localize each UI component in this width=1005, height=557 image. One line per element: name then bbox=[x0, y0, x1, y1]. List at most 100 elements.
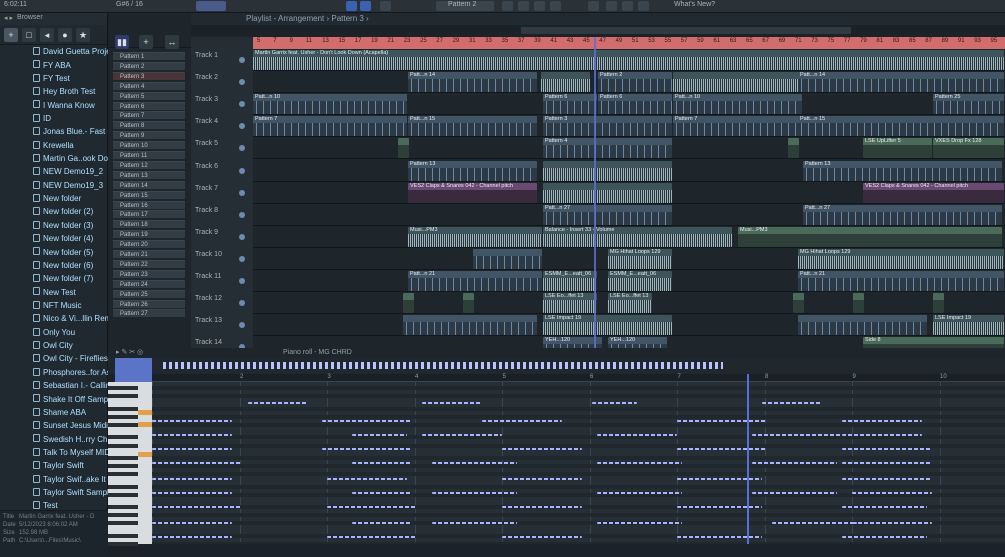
pianoroll-playhead[interactable] bbox=[747, 374, 749, 544]
pattern-item[interactable]: Pattern 10 bbox=[113, 141, 185, 150]
metronome-icon[interactable] bbox=[380, 1, 391, 11]
midi-note[interactable] bbox=[327, 478, 407, 480]
playlist-lane[interactable]: MG Hihat Loops 129 MG Hihat Loops 129 bbox=[253, 248, 1005, 270]
pattern-item[interactable]: Pattern 13 bbox=[113, 170, 185, 179]
pattern-item[interactable]: Pattern 4 bbox=[113, 81, 185, 90]
midi-note[interactable] bbox=[597, 492, 682, 494]
midi-note[interactable] bbox=[842, 462, 932, 464]
midi-note[interactable] bbox=[422, 402, 482, 404]
playlist-lane[interactable]: Patt...n 21 ESMM_E...eatt_06 ESMM_E...eatt… bbox=[253, 270, 1005, 293]
midi-note[interactable] bbox=[752, 492, 837, 494]
browser-folder-item[interactable]: New folder (2) bbox=[0, 205, 108, 218]
playlist-clip[interactable]: Pattern 25 bbox=[933, 94, 1004, 115]
black-key[interactable] bbox=[108, 414, 138, 419]
playlist-clip[interactable]: Patt...n 21 bbox=[798, 271, 1004, 292]
track-mute-icon[interactable] bbox=[239, 255, 245, 262]
browser-folder-item[interactable]: NFT Music bbox=[0, 299, 108, 312]
playlist-clip[interactable]: Side 8 bbox=[863, 337, 1004, 348]
highlighted-key[interactable] bbox=[138, 422, 152, 427]
midi-note[interactable] bbox=[152, 492, 232, 494]
playlist-playhead[interactable] bbox=[594, 37, 596, 348]
midi-note[interactable] bbox=[432, 522, 517, 524]
track-label[interactable]: Track 2 bbox=[195, 74, 218, 81]
browser-add-icon[interactable]: + bbox=[4, 28, 18, 42]
playlist-clip[interactable]: Pattern 2 bbox=[598, 72, 672, 93]
playlist-ruler[interactable]: 5 7 9 11 13 15 17 19 21 23 25 27 29 31 33 35 37 39 41 43 45 4… bbox=[253, 37, 1005, 49]
midi-note[interactable] bbox=[677, 478, 762, 480]
snap-tool-icon[interactable]: + bbox=[139, 35, 153, 49]
track-mute-icon[interactable] bbox=[239, 145, 245, 152]
pattern-item[interactable]: Pattern 2 bbox=[113, 61, 185, 70]
browser-folder-item[interactable]: NEW Demo19_3 bbox=[0, 179, 108, 192]
pattern-item[interactable]: Pattern 24 bbox=[113, 279, 185, 288]
playlist-clip[interactable]: VES2 Claps & Snares 042 - Channel pitch bbox=[863, 182, 1004, 203]
pattern-item[interactable]: Pattern 12 bbox=[113, 160, 185, 169]
black-key[interactable] bbox=[108, 423, 138, 427]
browser-folder-item[interactable]: Talk To Myself MIDI bbox=[0, 446, 108, 459]
playlist-clip[interactable]: Musi...PM3 bbox=[408, 226, 542, 247]
midi-note[interactable] bbox=[432, 462, 517, 464]
playlist-clip[interactable]: Pattern 13 bbox=[408, 160, 537, 181]
highlighted-key[interactable] bbox=[138, 452, 152, 457]
playlist-lane[interactable]: Martin Garrix feat. Usher - Don't Look D… bbox=[253, 49, 1005, 72]
browser-folder-item[interactable]: FY ABA bbox=[0, 58, 108, 71]
midi-note[interactable] bbox=[597, 522, 682, 524]
track-mute-icon[interactable] bbox=[239, 278, 245, 284]
midi-note[interactable] bbox=[422, 434, 502, 436]
pattern-item[interactable]: Pattern 3 bbox=[113, 71, 185, 80]
midi-note[interactable] bbox=[592, 402, 637, 404]
pianoroll-overview[interactable] bbox=[163, 362, 723, 369]
midi-note[interactable] bbox=[152, 448, 232, 450]
whats-new-link[interactable]: What's New? bbox=[674, 1, 715, 8]
black-key[interactable] bbox=[108, 533, 138, 538]
browser-folder-item[interactable]: I Wanna Know bbox=[0, 98, 108, 111]
browser-folder-item[interactable]: Sunset Jesus Midi bbox=[0, 419, 108, 432]
track-mute-icon[interactable] bbox=[239, 300, 245, 307]
track-mute-icon[interactable] bbox=[239, 233, 245, 240]
midi-note[interactable] bbox=[852, 522, 932, 524]
zoom-tool-icon[interactable]: ↔ bbox=[165, 35, 179, 49]
midi-note[interactable] bbox=[597, 434, 677, 436]
view-playlist-icon[interactable] bbox=[502, 1, 513, 11]
midi-note[interactable] bbox=[842, 448, 932, 450]
playlist-clip[interactable]: MG Hihat Loops 129 bbox=[608, 248, 672, 269]
playlist-clip[interactable] bbox=[403, 315, 537, 336]
playlist-lane[interactable]: Pattern 4 LSE UpLifter 5 VXES Drop Fx 128 bbox=[253, 137, 1005, 160]
track-label[interactable]: Track 14 bbox=[195, 339, 222, 346]
browser-folder-item[interactable]: Owl City - Fireflies bbox=[0, 352, 108, 365]
browser-folder-item[interactable]: New folder (4) bbox=[0, 232, 108, 245]
track-label[interactable]: Track 8 bbox=[195, 207, 218, 214]
playlist-clip[interactable] bbox=[543, 182, 672, 203]
midi-note[interactable] bbox=[677, 506, 762, 508]
midi-note[interactable] bbox=[502, 448, 582, 450]
black-key[interactable] bbox=[108, 484, 138, 489]
track-mute-icon[interactable] bbox=[239, 211, 245, 218]
playlist-clip[interactable]: VXES Drop Fx 128 bbox=[933, 138, 1004, 159]
black-key[interactable] bbox=[108, 455, 138, 460]
playlist-mode-icon[interactable]: ▮▮ bbox=[115, 35, 129, 49]
pattern-item[interactable]: Pattern 26 bbox=[113, 299, 185, 308]
midi-note[interactable] bbox=[152, 522, 232, 524]
midi-note[interactable] bbox=[842, 434, 922, 436]
playlist-clip[interactable] bbox=[403, 293, 414, 314]
black-key[interactable] bbox=[108, 435, 138, 440]
playlist-clip[interactable]: LSE Impact 19 bbox=[933, 315, 1004, 336]
view-touch-icon[interactable] bbox=[622, 1, 633, 11]
midi-note[interactable] bbox=[152, 420, 232, 422]
playlist-lane[interactable]: LSE Impact 19 LSE Impact 19 bbox=[253, 314, 1005, 337]
midi-note[interactable] bbox=[352, 462, 412, 464]
playlist-clip[interactable] bbox=[798, 315, 927, 336]
playlist-clip[interactable]: LSE Eo...ffet 13 bbox=[608, 293, 652, 314]
pattern-item[interactable]: Pattern 1 bbox=[113, 52, 185, 60]
black-key[interactable] bbox=[108, 386, 138, 391]
playlist-lane[interactable]: Patt...n 10 Pattern 6 Pattern 6 Patt...n 10… bbox=[253, 93, 1005, 116]
playlist-clip[interactable]: Balance - Insert 33 - Volume bbox=[543, 226, 732, 247]
browser-folder-item[interactable]: David Guetta Project bbox=[0, 45, 108, 58]
horizontal-scrollbar[interactable] bbox=[521, 27, 851, 34]
playlist-lane[interactable]: Patt...n 27 Patt...n 27 bbox=[253, 204, 1005, 226]
view-pianoroll-icon[interactable] bbox=[518, 1, 529, 11]
black-key[interactable] bbox=[108, 394, 138, 399]
browser-folder-item[interactable]: Sebastian I.- Calling bbox=[0, 379, 108, 392]
pattern-item[interactable]: Pattern 14 bbox=[113, 180, 185, 189]
view-channelrack-icon[interactable] bbox=[534, 1, 545, 11]
